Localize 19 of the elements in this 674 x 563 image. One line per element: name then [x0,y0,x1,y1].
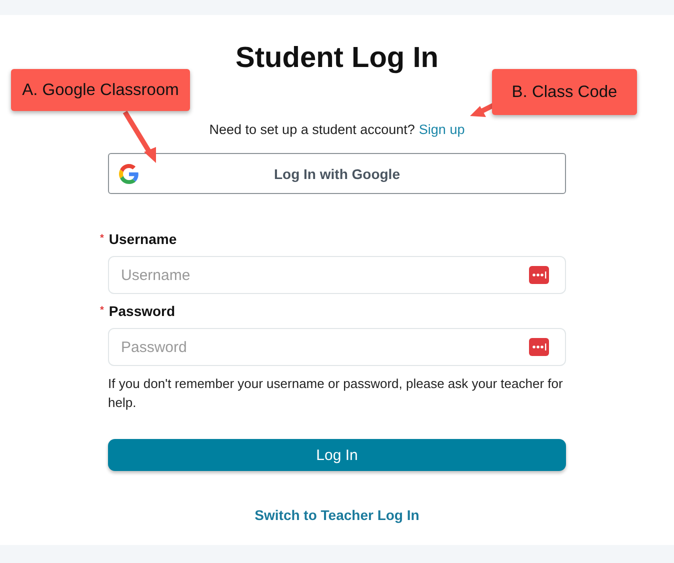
teacher-login-link[interactable]: Switch to Teacher Log In [254,507,420,523]
login-button[interactable]: Log In [108,439,566,471]
help-text: If you don't remember your username or password, please ask your teacher for help. [108,375,564,412]
password-manager-icon[interactable] [529,266,549,284]
field-label: Username [108,230,177,248]
page-title: Student Log In [236,41,438,75]
signup-prompt: Need to set up a student account? [209,121,415,139]
input-field[interactable]: Username [108,256,566,294]
signup-link[interactable]: Sign up [418,121,465,139]
google-login-button[interactable]: Log In with Google [108,153,566,194]
google-icon [119,164,139,184]
required-asterisk: * [100,232,104,246]
input-field[interactable]: Password [108,328,566,366]
callout-label: A. Google Classroom [11,69,190,111]
password-manager-icon[interactable] [529,338,549,356]
required-asterisk: * [100,304,104,318]
field-label: Password [108,302,176,320]
callout-label: B. Class Code [492,69,637,115]
callout-arrow [122,110,156,163]
